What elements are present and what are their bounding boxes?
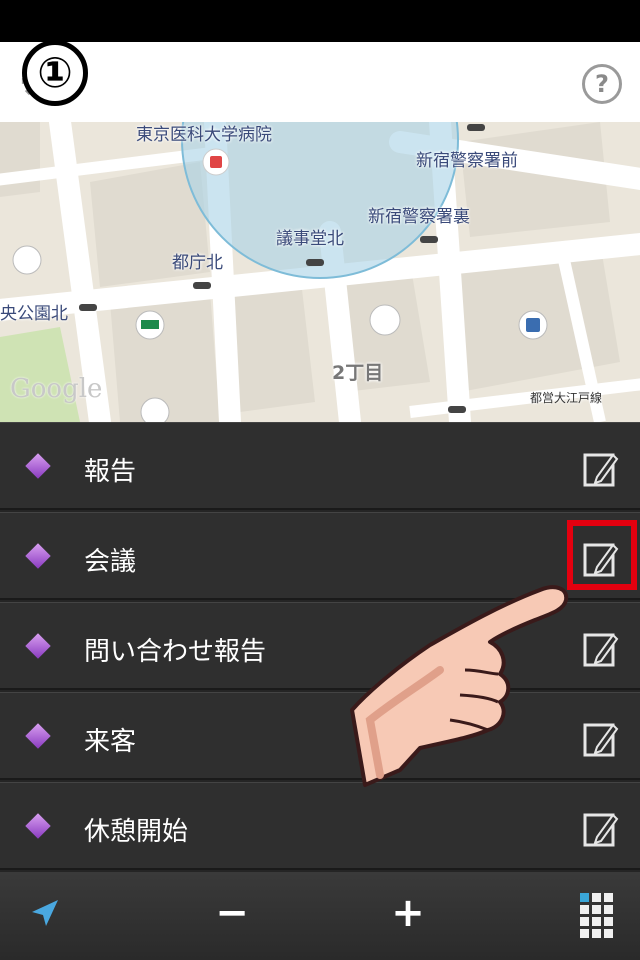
- app-header: ?: [0, 42, 640, 122]
- diamond-bullet-icon: [25, 633, 51, 659]
- diamond-bullet-icon: [25, 813, 51, 839]
- list-item[interactable]: 休憩開始: [0, 782, 640, 870]
- grid-icon[interactable]: [580, 893, 614, 939]
- help-icon[interactable]: ?: [582, 64, 622, 104]
- map-label-police-back: 新宿警察署裏: [368, 207, 470, 227]
- list-item-label: 報告: [84, 457, 137, 487]
- map-label-police-front: 新宿警察署前: [416, 151, 518, 171]
- zoom-in-button[interactable]: +: [388, 890, 428, 940]
- list-item-label: 来客: [84, 727, 137, 757]
- edit-icon[interactable]: [583, 631, 619, 667]
- map-label-tochou: 都庁北: [172, 253, 223, 273]
- status-bar: [0, 0, 640, 42]
- edit-icon[interactable]: [583, 451, 619, 487]
- highlight-box: [567, 520, 637, 590]
- bottom-toolbar: [0, 872, 640, 960]
- diamond-bullet-icon: [25, 453, 51, 479]
- map-label-line: 都営大江戸線: [530, 391, 603, 405]
- map-label-gijidou: 議事堂北: [276, 229, 344, 249]
- step-number-badge: ①: [22, 40, 88, 106]
- list-item-label: 会議: [84, 547, 137, 577]
- edit-icon[interactable]: [583, 721, 619, 757]
- list-item-label: 休憩開始: [84, 817, 189, 847]
- map-label-hospital: 東京医科大学病院: [136, 125, 272, 145]
- map-label-park: 央公園北: [0, 304, 68, 324]
- map-label-district: 2丁目: [332, 362, 384, 384]
- pointing-hand-icon: [350, 585, 569, 787]
- diamond-bullet-icon: [25, 723, 51, 749]
- map-view[interactable]: 東京医科大学病院 新宿警察署前 新宿警察署裏 議事堂北 都庁北 央公園北 2丁目…: [0, 122, 640, 422]
- list-item[interactable]: 報告: [0, 422, 640, 510]
- list-item-label: 問い合わせ報告: [84, 637, 267, 667]
- location-arrow-icon[interactable]: [28, 898, 60, 930]
- zoom-out-button[interactable]: −: [212, 890, 252, 940]
- diamond-bullet-icon: [25, 543, 51, 569]
- google-attribution: Google: [10, 374, 103, 404]
- edit-icon[interactable]: [583, 811, 619, 847]
